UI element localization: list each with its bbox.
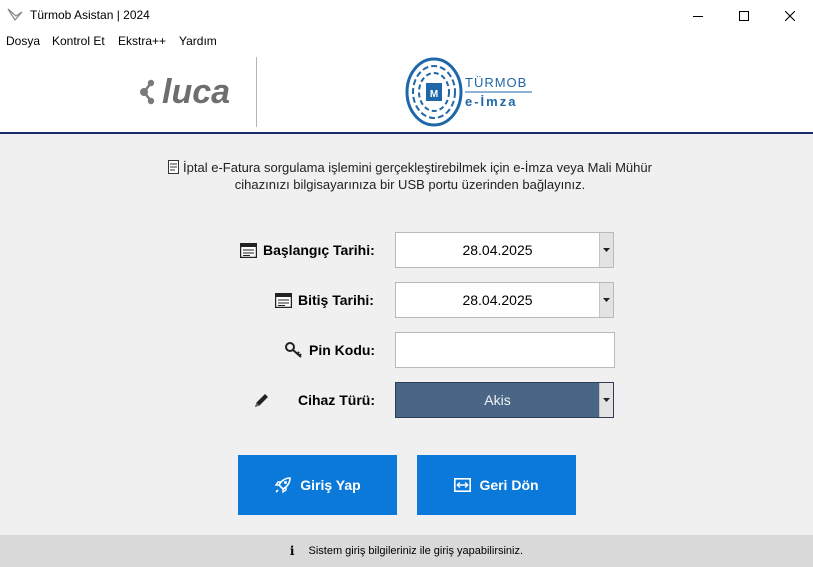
title-bar: Türmob Asistan | 2024 [0,0,813,31]
luca-logo: luca [140,73,230,110]
close-icon [785,10,795,21]
pin-code-label: Pin Kodu: [285,332,375,368]
info-message: İptal e-Fatura sorgulama işlemini gerçek… [160,159,660,193]
svg-text:e-İmza: e-İmza [465,94,517,109]
menu-kontrol-et[interactable]: Kontrol Et [52,34,105,48]
maximize-icon [739,10,749,21]
pin-code-input[interactable] [395,332,615,368]
device-type-value: Akis [484,392,511,408]
status-bar: i Sistem giriş bilgileriniz ile giriş ya… [0,535,813,567]
svg-text:TÜRMOB: TÜRMOB [465,75,527,90]
device-type-select[interactable]: Akis [395,382,614,418]
triangle-down-icon [603,398,610,402]
calendar-icon [275,292,292,308]
start-date-picker[interactable]: 28.04.2025 [395,232,614,268]
end-date-value: 28.04.2025 [462,292,533,308]
back-frame-icon [454,478,472,492]
close-button[interactable] [767,0,813,31]
login-button[interactable]: Giriş Yap [238,455,397,515]
maximize-button[interactable] [721,0,767,31]
start-date-value: 28.04.2025 [462,242,533,258]
pencil-icon [255,394,268,407]
menu-bar: Dosya Kontrol Et Ekstra++ Yardım [0,31,813,50]
key-icon [285,342,302,358]
end-date-picker[interactable]: 28.04.2025 [395,282,614,318]
svg-text:luca: luca [162,73,230,110]
logo-divider [256,57,257,127]
triangle-down-icon [603,298,610,302]
device-type-dropdown-arrow[interactable] [599,383,613,417]
minimize-icon [693,15,703,17]
device-type-label: Cihaz Türü: [298,392,375,408]
status-text: Sistem giriş bilgileriniz ile giriş yapa… [308,545,524,557]
end-date-label: Bitiş Tarihi: [275,282,374,318]
app-bird-icon [7,8,23,21]
menu-dosya[interactable]: Dosya [6,34,40,48]
window-title: Türmob Asistan | 2024 [30,8,150,22]
start-date-dropdown-arrow[interactable] [599,233,613,267]
menu-yardim[interactable]: Yardım [179,34,217,48]
info-line-1: İptal e-Fatura sorgulama işlemini gerçek… [183,160,652,175]
calendar-icon [240,242,257,258]
info-line-2: cihazınızı bilgisayarınıza bir USB portu… [234,177,586,192]
triangle-down-icon [603,248,610,252]
start-date-label: Başlangıç Tarihi: [240,232,375,268]
menu-ekstra[interactable]: Ekstra++ [118,34,166,48]
svg-text:M: M [430,89,438,100]
rocket-icon [274,477,292,494]
end-date-dropdown-arrow[interactable] [599,283,613,317]
back-button[interactable]: Geri Dön [417,455,576,515]
minimize-button[interactable] [675,0,721,31]
turmob-eimza-logo: M TÜRMOB e-İmza [405,57,532,127]
document-icon [168,160,180,174]
info-icon: i [289,544,295,558]
